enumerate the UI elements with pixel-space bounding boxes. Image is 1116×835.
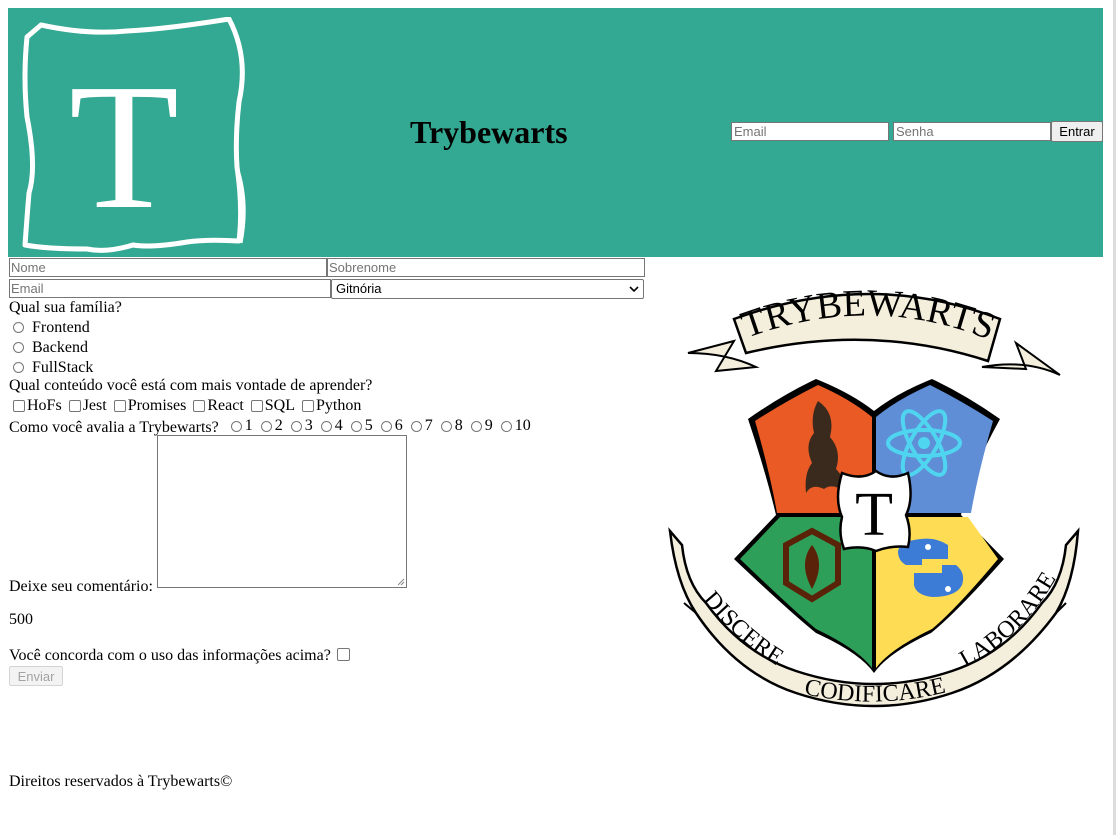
agreement-label: Você concorda com o uso das informações … <box>9 647 331 664</box>
chevron-down-icon <box>629 286 639 293</box>
content-checkbox[interactable] <box>68 400 81 412</box>
rating-option[interactable]: 3 <box>290 416 313 436</box>
rating-radio[interactable] <box>440 420 452 432</box>
comment-textarea[interactable] <box>157 435 407 588</box>
content-options: HoFs Jest Promises React SQL Python <box>13 396 364 418</box>
email-input[interactable] <box>9 279 331 298</box>
rating-option[interactable]: 9 <box>470 416 493 436</box>
rating-radio[interactable] <box>410 420 422 432</box>
content-checkbox[interactable] <box>193 400 206 412</box>
rating-radio[interactable] <box>230 420 242 432</box>
rating-option[interactable]: 1 <box>230 416 253 436</box>
content-option-hofs[interactable]: HoFs <box>13 396 62 416</box>
rating-option[interactable]: 4 <box>320 416 343 436</box>
content-option-jest[interactable]: Jest <box>68 396 107 416</box>
content-option-python[interactable]: Python <box>302 396 361 416</box>
resize-grip-icon[interactable] <box>397 578 405 586</box>
content-label: Qual conteúdo você está com mais vontade… <box>9 377 373 394</box>
rating-label: Como você avalia a Trybewarts? <box>9 418 219 436</box>
rating-option[interactable]: 2 <box>260 416 283 436</box>
crest-ribbon-bottom-text: CODIFICARE <box>802 673 947 708</box>
rating-option[interactable]: 5 <box>350 416 373 436</box>
family-radio[interactable] <box>13 362 24 373</box>
comment-label: Deixe seu comentário: <box>9 578 153 595</box>
rating-radio[interactable] <box>470 420 482 432</box>
rating-radio[interactable] <box>350 420 362 432</box>
rating-option[interactable]: 6 <box>380 416 403 436</box>
login-email-input[interactable] <box>731 122 889 141</box>
rating-radio[interactable] <box>380 420 392 432</box>
rating-radio[interactable] <box>320 420 332 432</box>
trybewarts-logo: T <box>22 17 246 253</box>
content-checkbox[interactable] <box>113 400 126 412</box>
rating-radio[interactable] <box>290 420 302 432</box>
first-name-input[interactable] <box>9 258 327 277</box>
family-radio[interactable] <box>13 342 24 353</box>
rating-option[interactable]: 7 <box>410 416 433 436</box>
rating-radio[interactable] <box>260 420 272 432</box>
house-select[interactable]: Gitnória <box>331 279 644 299</box>
family-label: Qual sua família? <box>9 299 122 316</box>
login-password-input[interactable] <box>893 122 1051 141</box>
family-option-frontend[interactable]: Frontend <box>13 318 90 338</box>
page: T Trybewarts Entrar Gitnória Qual sua fa… <box>0 0 1116 835</box>
family-radio[interactable] <box>13 322 24 333</box>
footer-copyright: Direitos reservados à Trybewarts© <box>9 773 233 790</box>
content-option-sql[interactable]: SQL <box>250 396 295 416</box>
content-checkbox[interactable] <box>13 400 25 412</box>
submit-button[interactable]: Enviar <box>9 666 63 686</box>
last-name-input[interactable] <box>327 258 645 277</box>
family-option-backend[interactable]: Backend <box>13 338 88 358</box>
site-header: T Trybewarts Entrar <box>8 8 1103 257</box>
trybewarts-crest: TRYBEWARTS T DISCERE CODIFICARE LABORARE <box>668 283 1080 708</box>
agreement-row: Você concorda com o uso das informações … <box>9 646 350 666</box>
page-title: Trybewarts <box>410 114 568 150</box>
char-counter: 500 <box>9 611 33 628</box>
house-select-value: Gitnória <box>336 281 382 296</box>
rating-radio[interactable] <box>500 420 512 432</box>
crest-center-letter: T <box>855 481 893 549</box>
content-option-react[interactable]: React <box>193 396 244 416</box>
login-submit-button[interactable]: Entrar <box>1051 121 1103 142</box>
content-checkbox[interactable] <box>250 400 263 412</box>
family-option-fullstack[interactable]: FullStack <box>13 358 93 378</box>
rating-option[interactable]: 8 <box>440 416 463 436</box>
logo-letter: T <box>69 47 179 246</box>
agreement-checkbox[interactable] <box>336 648 350 661</box>
content-option-promises[interactable]: Promises <box>113 396 186 416</box>
content-checkbox[interactable] <box>302 400 315 412</box>
rating-option[interactable]: 10 <box>500 416 531 436</box>
